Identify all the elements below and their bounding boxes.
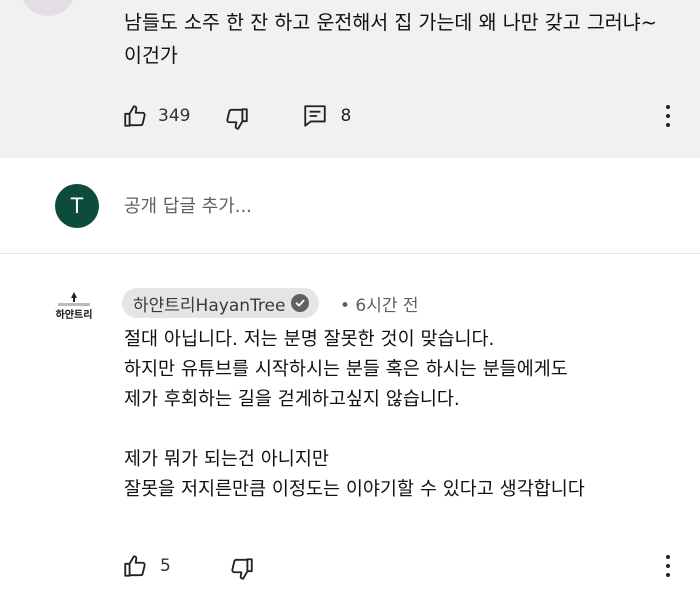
author-name[interactable]: 하얀트리HayanTree (133, 291, 285, 316)
thumbs-up-icon[interactable] (122, 103, 148, 129)
thumbs-up-icon[interactable] (122, 553, 148, 579)
commenter-avatar[interactable] (20, 0, 76, 16)
reply-comment-icon[interactable] (302, 103, 328, 129)
author-chip[interactable]: 하얀트리HayanTree (122, 288, 320, 318)
highlighted-comment: 남들도 소주 한 잔 하고 운전해서 집 가는데 왜 나만 갖고 그러냐~ 이건… (0, 0, 700, 158)
thumbs-down-icon[interactable] (224, 106, 250, 132)
like-count: 349 (158, 106, 191, 126)
more-vert-icon[interactable] (656, 101, 680, 131)
like-count: 5 (160, 556, 171, 576)
reply-text: 절대 아닙니다. 저는 분명 잘못한 것이 맞습니다. 하지만 유튜브를 시작하… (124, 329, 585, 500)
channel-logo-text: 하얀트리 (56, 308, 93, 321)
comment-timestamp[interactable]: • 6시간 전 (340, 291, 419, 316)
reply-count[interactable]: 8 (340, 106, 351, 126)
more-vert-icon[interactable] (656, 551, 680, 581)
reply-action-row: 5 (122, 548, 255, 584)
thumbs-down-icon[interactable] (229, 556, 255, 582)
verified-check-icon (291, 294, 310, 312)
reply-input[interactable] (124, 190, 664, 222)
comment-action-row: 349 8 (122, 98, 351, 134)
comment-text: 남들도 소주 한 잔 하고 운전해서 집 가는데 왜 나만 갖고 그러냐~ 이건… (124, 11, 658, 67)
user-avatar[interactable]: T (55, 184, 99, 228)
channel-logo[interactable]: 하얀트리 (50, 290, 98, 322)
